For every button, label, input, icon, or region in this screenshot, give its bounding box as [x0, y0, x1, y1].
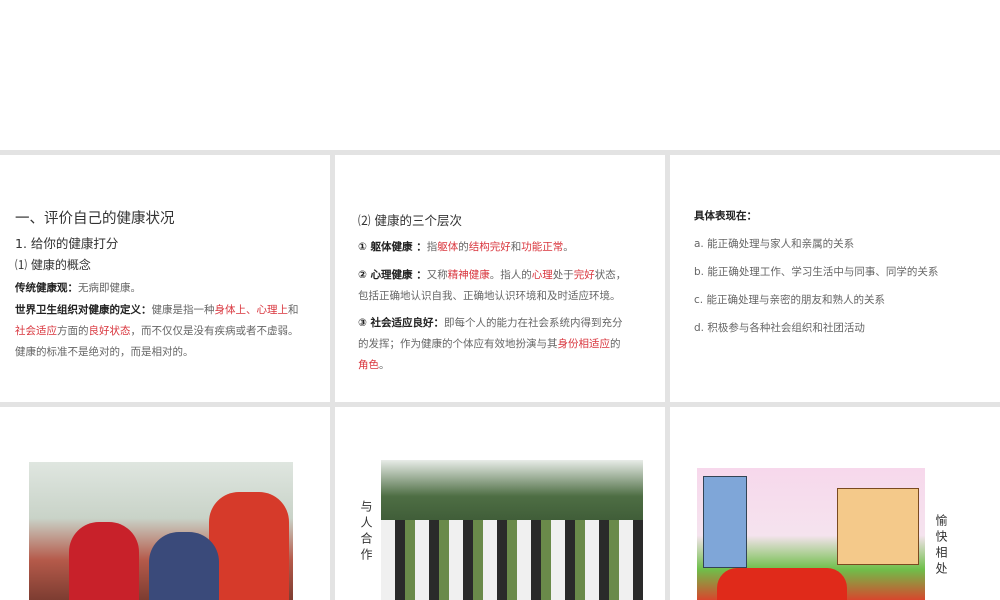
level-mental: ② 心理健康 ：又称精神健康。指人的心理处于完好状态， 包括正确地认识自我、正确地…: [358, 269, 627, 302]
slide-thumbnail-5[interactable]: 与人合作: [335, 407, 665, 600]
slide-caption: 愉快相处: [934, 514, 948, 578]
list-item: b. 能正确处理工作、学习生活中与同事、同学的关系: [694, 266, 939, 278]
slide-title: 具体表现在：: [694, 210, 757, 222]
level-physical: ① 躯体健康 ：指躯体的结构完好和功能正常。: [358, 241, 574, 253]
list-item: d. 积极参与各种社会组织和社团活动: [694, 322, 865, 334]
slide-thumbnail-2[interactable]: ⑵ 健康的三个层次 ① 躯体健康 ：指躯体的结构完好和功能正常。 ② 心理健康 …: [335, 155, 665, 402]
children-photo: [29, 462, 293, 600]
slide-title: ⑵ 健康的三个层次: [358, 213, 462, 228]
traditional-view: 传统健康观：无病即健康。: [15, 282, 141, 294]
slide-thumbnail-6[interactable]: 愉快相处: [670, 407, 1000, 600]
slide-title: 一、评价自己的健康状况: [15, 211, 175, 227]
slide-thumbnail-3[interactable]: 具体表现在： a. 能正确处理与家人和亲属的关系 b. 能正确处理工作、学习生活…: [670, 155, 1000, 402]
list-item: c. 能正确处理与亲密的朋友和熟人的关系: [694, 294, 885, 306]
slide-thumbnail-1[interactable]: 一、评价自己的健康状况 1. 给你的健康打分 ⑴ 健康的概念 传统健康观：无病即…: [0, 155, 330, 402]
subtitle: 1. 给你的健康打分: [15, 236, 119, 251]
slide-thumbnail-4[interactable]: [0, 407, 330, 600]
list-item: a. 能正确处理与家人和亲属的关系: [694, 238, 855, 250]
level-social: ③ 社会适应良好：即每个人的能力在社会系统内得到充分 的发挥；作为健康的个体应有效…: [358, 317, 623, 371]
section-heading: ⑴ 健康的概念: [15, 258, 91, 272]
neighbors-cartoon: [697, 468, 925, 600]
who-definition: 世界卫生组织对健康的定义：健康是指一种身体上、心理上和 社会适应方面的良好状态，…: [15, 304, 299, 358]
slide-caption: 与人合作: [359, 500, 373, 564]
slide-editor-area: [0, 0, 1000, 150]
teamwork-photo: [381, 460, 643, 600]
